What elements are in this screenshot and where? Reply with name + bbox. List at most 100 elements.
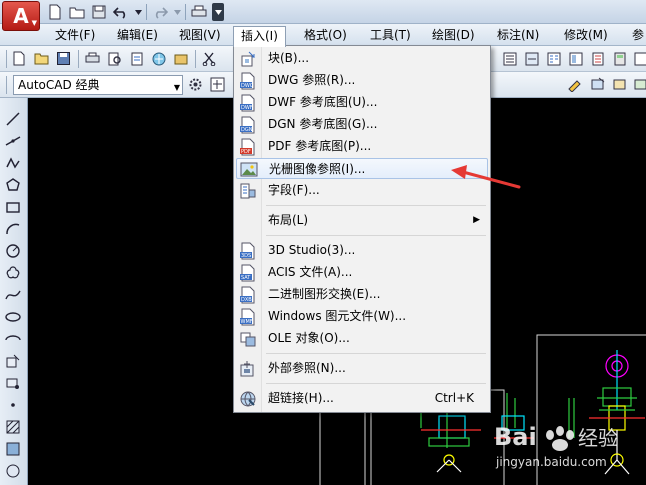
customize-icon[interactable] (209, 76, 226, 93)
menu-item-dwf-underlay[interactable]: DWF DWF 参考底图(U)... (236, 92, 488, 113)
menu-draw[interactable]: 绘图(D) (425, 26, 482, 44)
save-icon[interactable] (90, 3, 108, 21)
menu-item-windows-metafile[interactable]: WMF Windows 图元文件(W)... (236, 306, 488, 327)
menu-item-hyperlink[interactable]: 超链接(H)... Ctrl+K (236, 388, 488, 409)
application-menu-button[interactable]: A ▼ (2, 1, 40, 31)
paw-logo-icon (546, 426, 574, 451)
polyline-icon[interactable] (4, 154, 22, 172)
3d-dwf-icon[interactable] (150, 50, 167, 67)
tool-palettes-icon[interactable] (589, 50, 606, 67)
plot-preview-icon[interactable] (106, 50, 123, 67)
toolbar-separator (78, 50, 79, 68)
make-block-icon[interactable] (4, 374, 22, 392)
menu-item-3d-studio[interactable]: 3DS 3D Studio(3)... (236, 240, 488, 261)
dwg-file-icon: DWG (239, 72, 257, 90)
watermark-brand: Bai (494, 423, 537, 451)
menu-item-label: 光栅图像参照(I)... (269, 162, 366, 176)
redo-icon[interactable] (151, 3, 169, 21)
hatch-icon[interactable] (4, 418, 22, 436)
svg-text:PDF: PDF (241, 149, 251, 155)
menu-item-dwg-reference[interactable]: DWG DWG 参照(R)... (236, 70, 488, 91)
menu-item-layout[interactable]: 布局(L) ▶ (236, 210, 488, 231)
spline-icon[interactable] (4, 286, 22, 304)
undo-dropdown-icon[interactable] (134, 3, 142, 21)
menu-item-label: 外部参照(N)... (268, 361, 346, 375)
menu-item-external-references[interactable]: 外部参照(N)... (236, 358, 488, 379)
rectangle-icon[interactable] (4, 198, 22, 216)
watermark-brand-cn: 经验 (578, 426, 618, 450)
calculator-icon[interactable] (611, 50, 628, 67)
menu-view[interactable]: 视图(V) (172, 26, 228, 44)
svg-text:3DS: 3DS (241, 253, 251, 259)
menu-separator (266, 353, 486, 354)
ellipse-icon[interactable] (4, 308, 22, 326)
publish-icon[interactable] (128, 50, 145, 67)
menu-item-label: ACIS 文件(A)... (268, 265, 353, 279)
menu-item-label: 布局(L) (268, 213, 309, 227)
new-file-icon[interactable] (11, 50, 28, 67)
save-icon[interactable] (55, 50, 72, 67)
arc-icon[interactable] (4, 220, 22, 238)
new-file-icon[interactable] (46, 3, 64, 21)
layer-previous-icon[interactable] (590, 76, 607, 93)
dgn-file-icon: DGN (239, 116, 257, 134)
3ds-file-icon: 3DS (239, 242, 257, 260)
menu-bar: 文件(F) 编辑(E) 视图(V) 插入(I) 格式(O) 工具(T) 绘图(D… (0, 24, 646, 47)
ellipse-arc-icon[interactable] (4, 330, 22, 348)
circle-icon[interactable] (4, 242, 22, 260)
menu-item-acis-file[interactable]: SAT ACIS 文件(A)... (236, 262, 488, 283)
redo-dropdown-icon[interactable] (173, 3, 181, 21)
menu-item-label: Windows 图元文件(W)... (268, 309, 407, 323)
menu-item-label: 超链接(H)... (268, 391, 334, 405)
etransmit-icon[interactable] (172, 50, 189, 67)
workspace-settings-icon[interactable] (187, 76, 204, 93)
toolbar-separator (146, 4, 147, 20)
menu-item-label: 字段(F)... (268, 183, 320, 197)
quick-access-menu-icon[interactable] (212, 3, 224, 21)
menu-item-label: DGN 参考底图(G)... (268, 117, 378, 131)
polygon-icon[interactable] (4, 176, 22, 194)
revision-cloud-icon[interactable] (4, 264, 22, 282)
field-icon (239, 182, 257, 200)
menu-insert[interactable]: 插入(I) (233, 26, 286, 47)
hyperlink-icon (239, 390, 257, 408)
layer-state-icon[interactable] (523, 50, 540, 67)
print-icon[interactable] (190, 3, 208, 21)
design-center-icon[interactable] (567, 50, 584, 67)
menu-item-ole-object[interactable]: OLE 对象(O)... (236, 328, 488, 349)
undo-icon[interactable] (112, 3, 130, 21)
insert-block-icon[interactable] (4, 352, 22, 370)
point-icon[interactable] (4, 396, 22, 414)
plot-icon[interactable] (84, 50, 101, 67)
menu-file[interactable]: 文件(F) (48, 26, 102, 44)
layer-off-icon[interactable] (632, 76, 646, 93)
menu-item-shortcut: Ctrl+K (434, 391, 474, 405)
menu-format[interactable]: 格式(O) (297, 26, 354, 44)
menu-item-dgn-underlay[interactable]: DGN DGN 参考底图(G)... (236, 114, 488, 135)
region-icon[interactable] (4, 462, 22, 480)
menu-item-pdf-underlay[interactable]: PDF PDF 参考底图(P)... (236, 136, 488, 157)
chevron-down-icon: ▼ (31, 19, 37, 27)
cut-icon[interactable] (200, 50, 217, 67)
workspace-selected: AutoCAD 经典 (18, 78, 100, 92)
menu-parametric[interactable]: 参 (625, 26, 646, 44)
markup-icon[interactable] (632, 50, 646, 67)
menu-dimension[interactable]: 标注(N) (490, 26, 546, 44)
menu-tools[interactable]: 工具(T) (363, 26, 418, 44)
match-properties-icon[interactable] (566, 76, 583, 93)
gradient-icon[interactable] (4, 440, 22, 458)
properties-icon[interactable] (545, 50, 562, 67)
menu-edit[interactable]: 编辑(E) (110, 26, 165, 44)
open-folder-icon[interactable] (33, 50, 50, 67)
dxb-file-icon: DXB (239, 286, 257, 304)
menu-modify[interactable]: 修改(M) (557, 26, 615, 44)
open-folder-icon[interactable] (68, 3, 86, 21)
menu-item-binary-drawing-interchange[interactable]: DXB 二进制图形交换(E)... (236, 284, 488, 305)
menu-item-block[interactable]: 块(B)... (236, 48, 488, 69)
line-icon[interactable] (4, 110, 22, 128)
layer-manager-icon[interactable] (501, 50, 518, 67)
layer-isolate-icon[interactable] (612, 76, 629, 93)
dwf-file-icon: DWF (239, 94, 257, 112)
construction-line-icon[interactable] (4, 132, 22, 150)
workspace-dropdown[interactable]: AutoCAD 经典 ▼ (13, 75, 183, 95)
